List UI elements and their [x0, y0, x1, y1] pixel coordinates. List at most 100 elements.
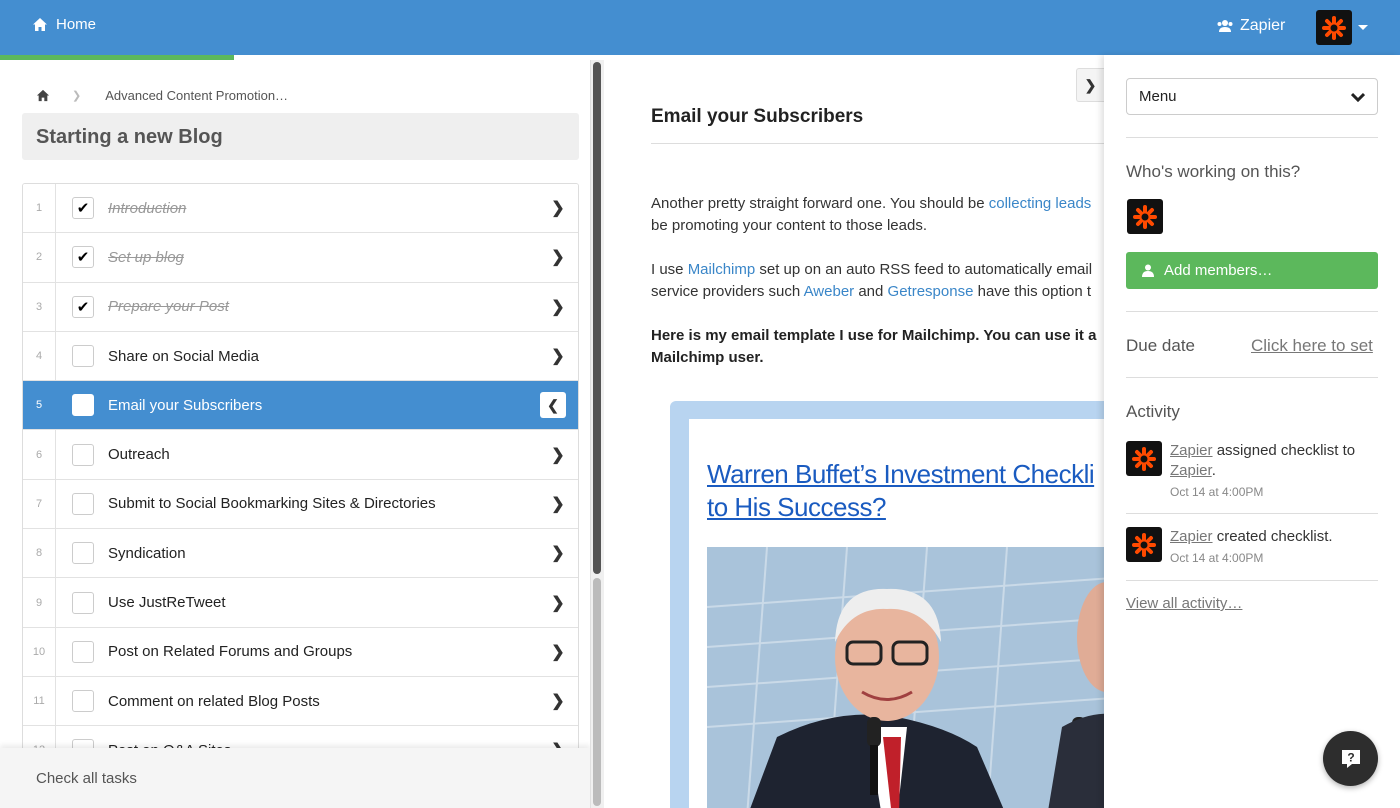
- activity-punctuation: .: [1211, 462, 1216, 479]
- task-number: 8: [23, 529, 56, 578]
- task-checkbox[interactable]: [72, 542, 94, 565]
- task-label: Submit to Social Bookmarking Sites & Dir…: [108, 495, 436, 513]
- scrollbar-thumb[interactable]: [593, 62, 601, 574]
- chevron-right-icon: ❯: [1084, 76, 1097, 93]
- email-photo: [707, 547, 1104, 808]
- task-row[interactable]: 7 Submit to Social Bookmarking Sites & Di…: [23, 479, 578, 530]
- breadcrumb: ❯ Advanced Content Promotion…: [36, 88, 288, 103]
- task-list: 1 ✔ Introduction ❯ 2 ✔ Set up blog ❯ 3 ✔ Prepare y…: [22, 183, 579, 763]
- task-checkbox[interactable]: [72, 443, 94, 466]
- chevron-right-icon[interactable]: ❯: [538, 543, 578, 563]
- menu-select-value: Menu: [1139, 88, 1177, 105]
- task-label: Outreach: [108, 446, 170, 464]
- set-due-date-link[interactable]: Click here to set: [1251, 336, 1373, 356]
- collapse-sidebar-button[interactable]: ❯: [1076, 68, 1104, 102]
- chevron-right-icon[interactable]: ❯: [538, 198, 578, 218]
- task-label: Share on Social Media: [108, 347, 259, 365]
- task-checkbox[interactable]: [72, 492, 94, 515]
- members-heading: Who's working on this?: [1126, 162, 1301, 181]
- task-row[interactable]: 1 ✔ Introduction ❯: [23, 184, 578, 234]
- chevron-right-icon[interactable]: ❯: [538, 494, 578, 514]
- task-checkbox[interactable]: [72, 394, 94, 417]
- organization-label: Zapier: [1240, 17, 1286, 34]
- chevron-right-icon[interactable]: ❯: [538, 247, 578, 267]
- email-template-preview: Warren Buffet’s Investment Checkli to Hi…: [604, 60, 1104, 808]
- task-row[interactable]: 11 Comment on related Blog Posts ❯: [23, 676, 578, 727]
- chevron-right-icon[interactable]: ❯: [538, 445, 578, 465]
- task-checkbox[interactable]: [72, 591, 94, 614]
- task-label: Comment on related Blog Posts: [108, 692, 320, 710]
- chevron-right-icon[interactable]: ❯: [538, 346, 578, 366]
- home-link[interactable]: Home: [32, 16, 96, 33]
- task-number: 7: [23, 479, 56, 529]
- task-number: 9: [23, 578, 56, 627]
- checkmark-icon: ✔: [76, 249, 90, 267]
- divider: [1126, 377, 1378, 378]
- breadcrumb-home-icon[interactable]: [36, 89, 50, 102]
- chevron-left-icon[interactable]: ❮: [540, 392, 566, 419]
- user-icon: [1142, 264, 1154, 277]
- headline-text: to His Success?: [707, 492, 886, 522]
- activity-action: created checklist.: [1216, 528, 1333, 545]
- task-checkbox[interactable]: [72, 640, 94, 663]
- activity-user-link[interactable]: Zapier: [1170, 442, 1213, 459]
- activity-timestamp: Oct 14 at 4:00PM: [1170, 551, 1264, 565]
- task-number: 5: [23, 381, 56, 430]
- activity-text: Zapier assigned checklist to Zapier.: [1170, 441, 1355, 481]
- divider: [1126, 580, 1378, 581]
- activity-text: Zapier created checklist.: [1170, 527, 1333, 547]
- activity-item: Zapier assigned checklist to Zapier. Oct…: [1126, 441, 1355, 499]
- task-checkbox[interactable]: ✔: [72, 246, 94, 269]
- task-number: 10: [23, 627, 56, 676]
- task-row[interactable]: 5 Email your Subscribers ❮: [23, 381, 578, 431]
- task-checkbox[interactable]: [72, 690, 94, 713]
- chevron-right-icon[interactable]: ❯: [538, 593, 578, 613]
- divider: [1126, 137, 1378, 138]
- user-avatar[interactable]: [1316, 10, 1352, 45]
- breadcrumb-item[interactable]: Advanced Content Promotion…: [105, 88, 288, 103]
- divider: [1126, 311, 1378, 312]
- photo-illustration: [707, 547, 1104, 808]
- chevron-right-icon[interactable]: ❯: [538, 297, 578, 317]
- add-members-button[interactable]: Add members…: [1126, 252, 1378, 289]
- add-members-label: Add members…: [1164, 262, 1273, 279]
- home-icon: [33, 18, 47, 31]
- task-row[interactable]: 3 ✔ Prepare your Post ❯: [23, 282, 578, 332]
- chevron-right-icon: ❯: [72, 90, 82, 102]
- details-sidebar: Menu Who's working on this? Add members……: [1104, 55, 1400, 808]
- activity-avatar[interactable]: [1126, 441, 1162, 476]
- task-label: Syndication: [108, 544, 186, 562]
- organization-link[interactable]: Zapier: [1216, 17, 1285, 35]
- chevron-down-icon: [1351, 92, 1365, 102]
- task-row[interactable]: 2 ✔ Set up blog ❯: [23, 233, 578, 283]
- chevron-right-icon[interactable]: ❯: [538, 691, 578, 711]
- menu-select[interactable]: Menu: [1126, 78, 1378, 115]
- help-button[interactable]: ?: [1323, 731, 1378, 786]
- task-row[interactable]: 9 Use JustReTweet ❯: [23, 578, 578, 628]
- zapier-logo-icon: [1132, 446, 1156, 471]
- activity-heading: Activity: [1126, 402, 1180, 421]
- activity-timestamp: Oct 14 at 4:00PM: [1170, 485, 1264, 499]
- zapier-logo-icon: [1132, 532, 1156, 557]
- activity-target-link[interactable]: Zapier: [1170, 462, 1212, 479]
- view-all-activity-link[interactable]: View all activity…: [1126, 595, 1242, 612]
- member-avatar[interactable]: [1127, 199, 1163, 234]
- email-headline-link[interactable]: Warren Buffet’s Investment Checkli to Hi…: [707, 458, 1095, 524]
- svg-text:?: ?: [1347, 750, 1354, 764]
- user-menu-caret-icon[interactable]: [1358, 25, 1368, 30]
- task-row[interactable]: 10 Post on Related Forums and Groups ❯: [23, 627, 578, 677]
- scrollbar-lower-track: [593, 578, 601, 806]
- checklist-title: Starting a new Blog: [22, 113, 579, 160]
- task-checkbox[interactable]: ✔: [72, 295, 94, 318]
- task-row[interactable]: 4 Share on Social Media ❯: [23, 331, 578, 382]
- activity-user-link[interactable]: Zapier: [1170, 528, 1213, 545]
- task-checkbox[interactable]: ✔: [72, 197, 94, 220]
- task-row[interactable]: 8 Syndication ❯: [23, 529, 578, 579]
- task-checkbox[interactable]: [72, 345, 94, 368]
- task-number: 4: [23, 331, 56, 381]
- check-all-tasks-button[interactable]: Check all tasks: [0, 748, 590, 808]
- chevron-right-icon[interactable]: ❯: [538, 642, 578, 662]
- home-label: Home: [56, 16, 97, 33]
- activity-avatar[interactable]: [1126, 527, 1162, 562]
- task-row[interactable]: 6 Outreach ❯: [23, 430, 578, 480]
